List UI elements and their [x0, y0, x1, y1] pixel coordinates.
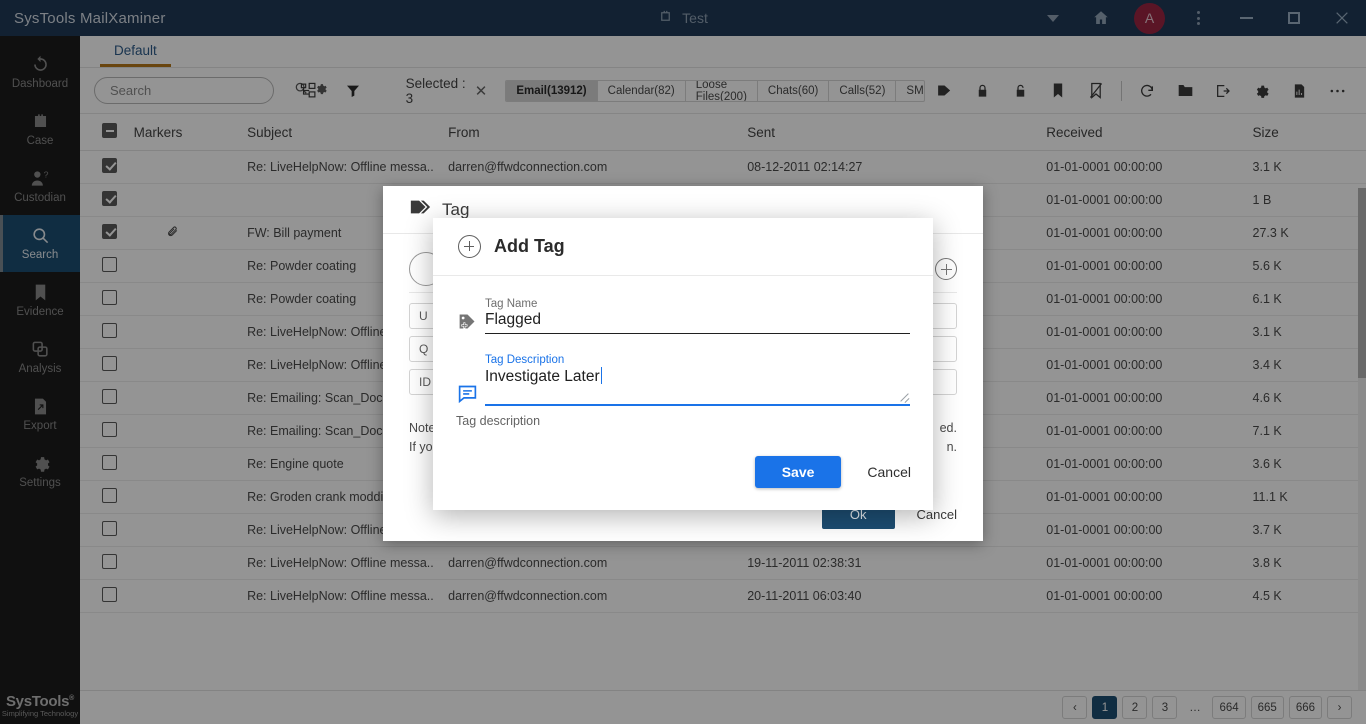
cancel-button[interactable]: Cancel: [867, 464, 911, 480]
tag-description-input-line[interactable]: Investigate Later: [485, 367, 910, 406]
note-line-1-right: ed.: [939, 421, 957, 435]
tag-description-value: Investigate Later: [485, 368, 600, 385]
add-tag-modal-footer: Save Cancel: [754, 456, 911, 488]
tag-description-label: Tag Description: [485, 354, 565, 366]
add-tag-modal-header: Add Tag: [433, 218, 933, 276]
tag-name-group: Tag Name Flagged: [456, 298, 910, 334]
add-tag-modal: Add Tag Tag Name Flagged Tag Description…: [433, 218, 933, 510]
tag-description-row: Investigate Later: [456, 367, 910, 406]
tag-dialog-title: Tag: [442, 199, 470, 219]
note-line-2-right: n.: [946, 440, 957, 455]
tag-description-help: Tag description: [456, 414, 541, 428]
tag-add-icon: [456, 311, 478, 334]
tag-name-label: Tag Name: [485, 298, 538, 310]
add-circle-icon[interactable]: [935, 258, 957, 280]
add-tag-modal-body: Tag Name Flagged Tag Description Investi…: [433, 276, 933, 428]
text-caret: [600, 367, 602, 384]
tag-description-group: Tag Description Investigate Later Tag de…: [456, 354, 910, 428]
tag-name-input-line[interactable]: Flagged: [485, 311, 910, 334]
note-line-2-left: If yo: [409, 440, 433, 455]
add-tag-modal-title: Add Tag: [494, 236, 565, 256]
tag-name-value: Flagged: [485, 311, 542, 328]
resize-handle-icon[interactable]: [899, 391, 909, 401]
tag-name-row: Flagged: [456, 311, 910, 334]
note-line-1-left: Note: [409, 421, 436, 435]
tag-icon: [409, 196, 431, 223]
plus-circle-icon: [458, 235, 481, 258]
comment-icon: [456, 383, 478, 406]
save-button[interactable]: Save: [754, 456, 842, 488]
app-root: SysTools MailXaminer Test A Dashboard Ca…: [0, 0, 1366, 724]
